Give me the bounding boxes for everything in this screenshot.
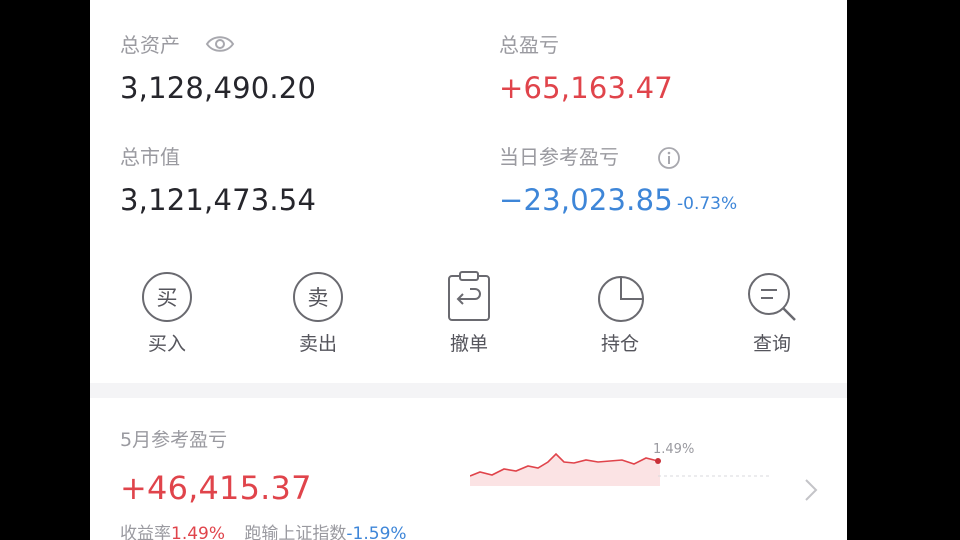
positions-label[interactable]: 持仓 (580, 332, 660, 356)
buy-icon[interactable]: 买 (140, 270, 194, 324)
benchmark-label: 跑输上证指数 (244, 524, 347, 540)
eye-icon[interactable] (205, 34, 235, 54)
market-value-label: 总市值 (120, 145, 180, 169)
cancel-order-icon[interactable] (442, 270, 496, 324)
sell-label[interactable]: 卖出 (278, 332, 358, 356)
chevron-right-icon[interactable] (804, 478, 818, 502)
monthly-pl-card[interactable]: 5月参考盈亏 +46,415.37 1.49% 收益率1.49% 跑输上证指数-… (90, 398, 847, 540)
query-label[interactable]: 查询 (732, 332, 812, 356)
total-assets-value: 3,128,490.20 (120, 71, 317, 105)
info-icon[interactable] (657, 146, 681, 170)
monthly-sparkline (470, 452, 770, 486)
phone-screen: 总资产 3,128,490.20 总盈亏 +65,163.47 总市值 3,12… (90, 0, 847, 540)
return-value: 1.49% (171, 524, 226, 540)
daily-pl-value: −23,023.85 (499, 183, 673, 217)
sparkline-end-label: 1.49% (653, 442, 695, 457)
daily-pl-label: 当日参考盈亏 (499, 145, 619, 169)
market-value-value: 3,121,473.54 (120, 183, 317, 217)
total-pl-label: 总盈亏 (499, 33, 559, 57)
daily-pl-percent: -0.73% (677, 194, 738, 214)
benchmark-value: -1.59% (346, 524, 407, 540)
monthly-return-row: 收益率1.49% 跑输上证指数-1.59% (120, 524, 407, 540)
search-icon[interactable] (745, 270, 799, 324)
pie-chart-icon[interactable] (594, 270, 648, 324)
buy-glyph: 买 (157, 286, 178, 310)
monthly-value: +46,415.37 (120, 469, 312, 507)
buy-label[interactable]: 买入 (127, 332, 207, 356)
sell-glyph: 卖 (308, 286, 329, 310)
sell-icon[interactable]: 卖 (291, 270, 345, 324)
total-assets-label: 总资产 (120, 33, 180, 57)
cancel-order-label[interactable]: 撤单 (429, 332, 509, 356)
total-pl-value: +65,163.47 (499, 71, 673, 105)
return-label: 收益率 (120, 524, 171, 540)
monthly-title: 5月参考盈亏 (120, 429, 228, 451)
account-summary-card: 总资产 3,128,490.20 总盈亏 +65,163.47 总市值 3,12… (90, 0, 847, 383)
